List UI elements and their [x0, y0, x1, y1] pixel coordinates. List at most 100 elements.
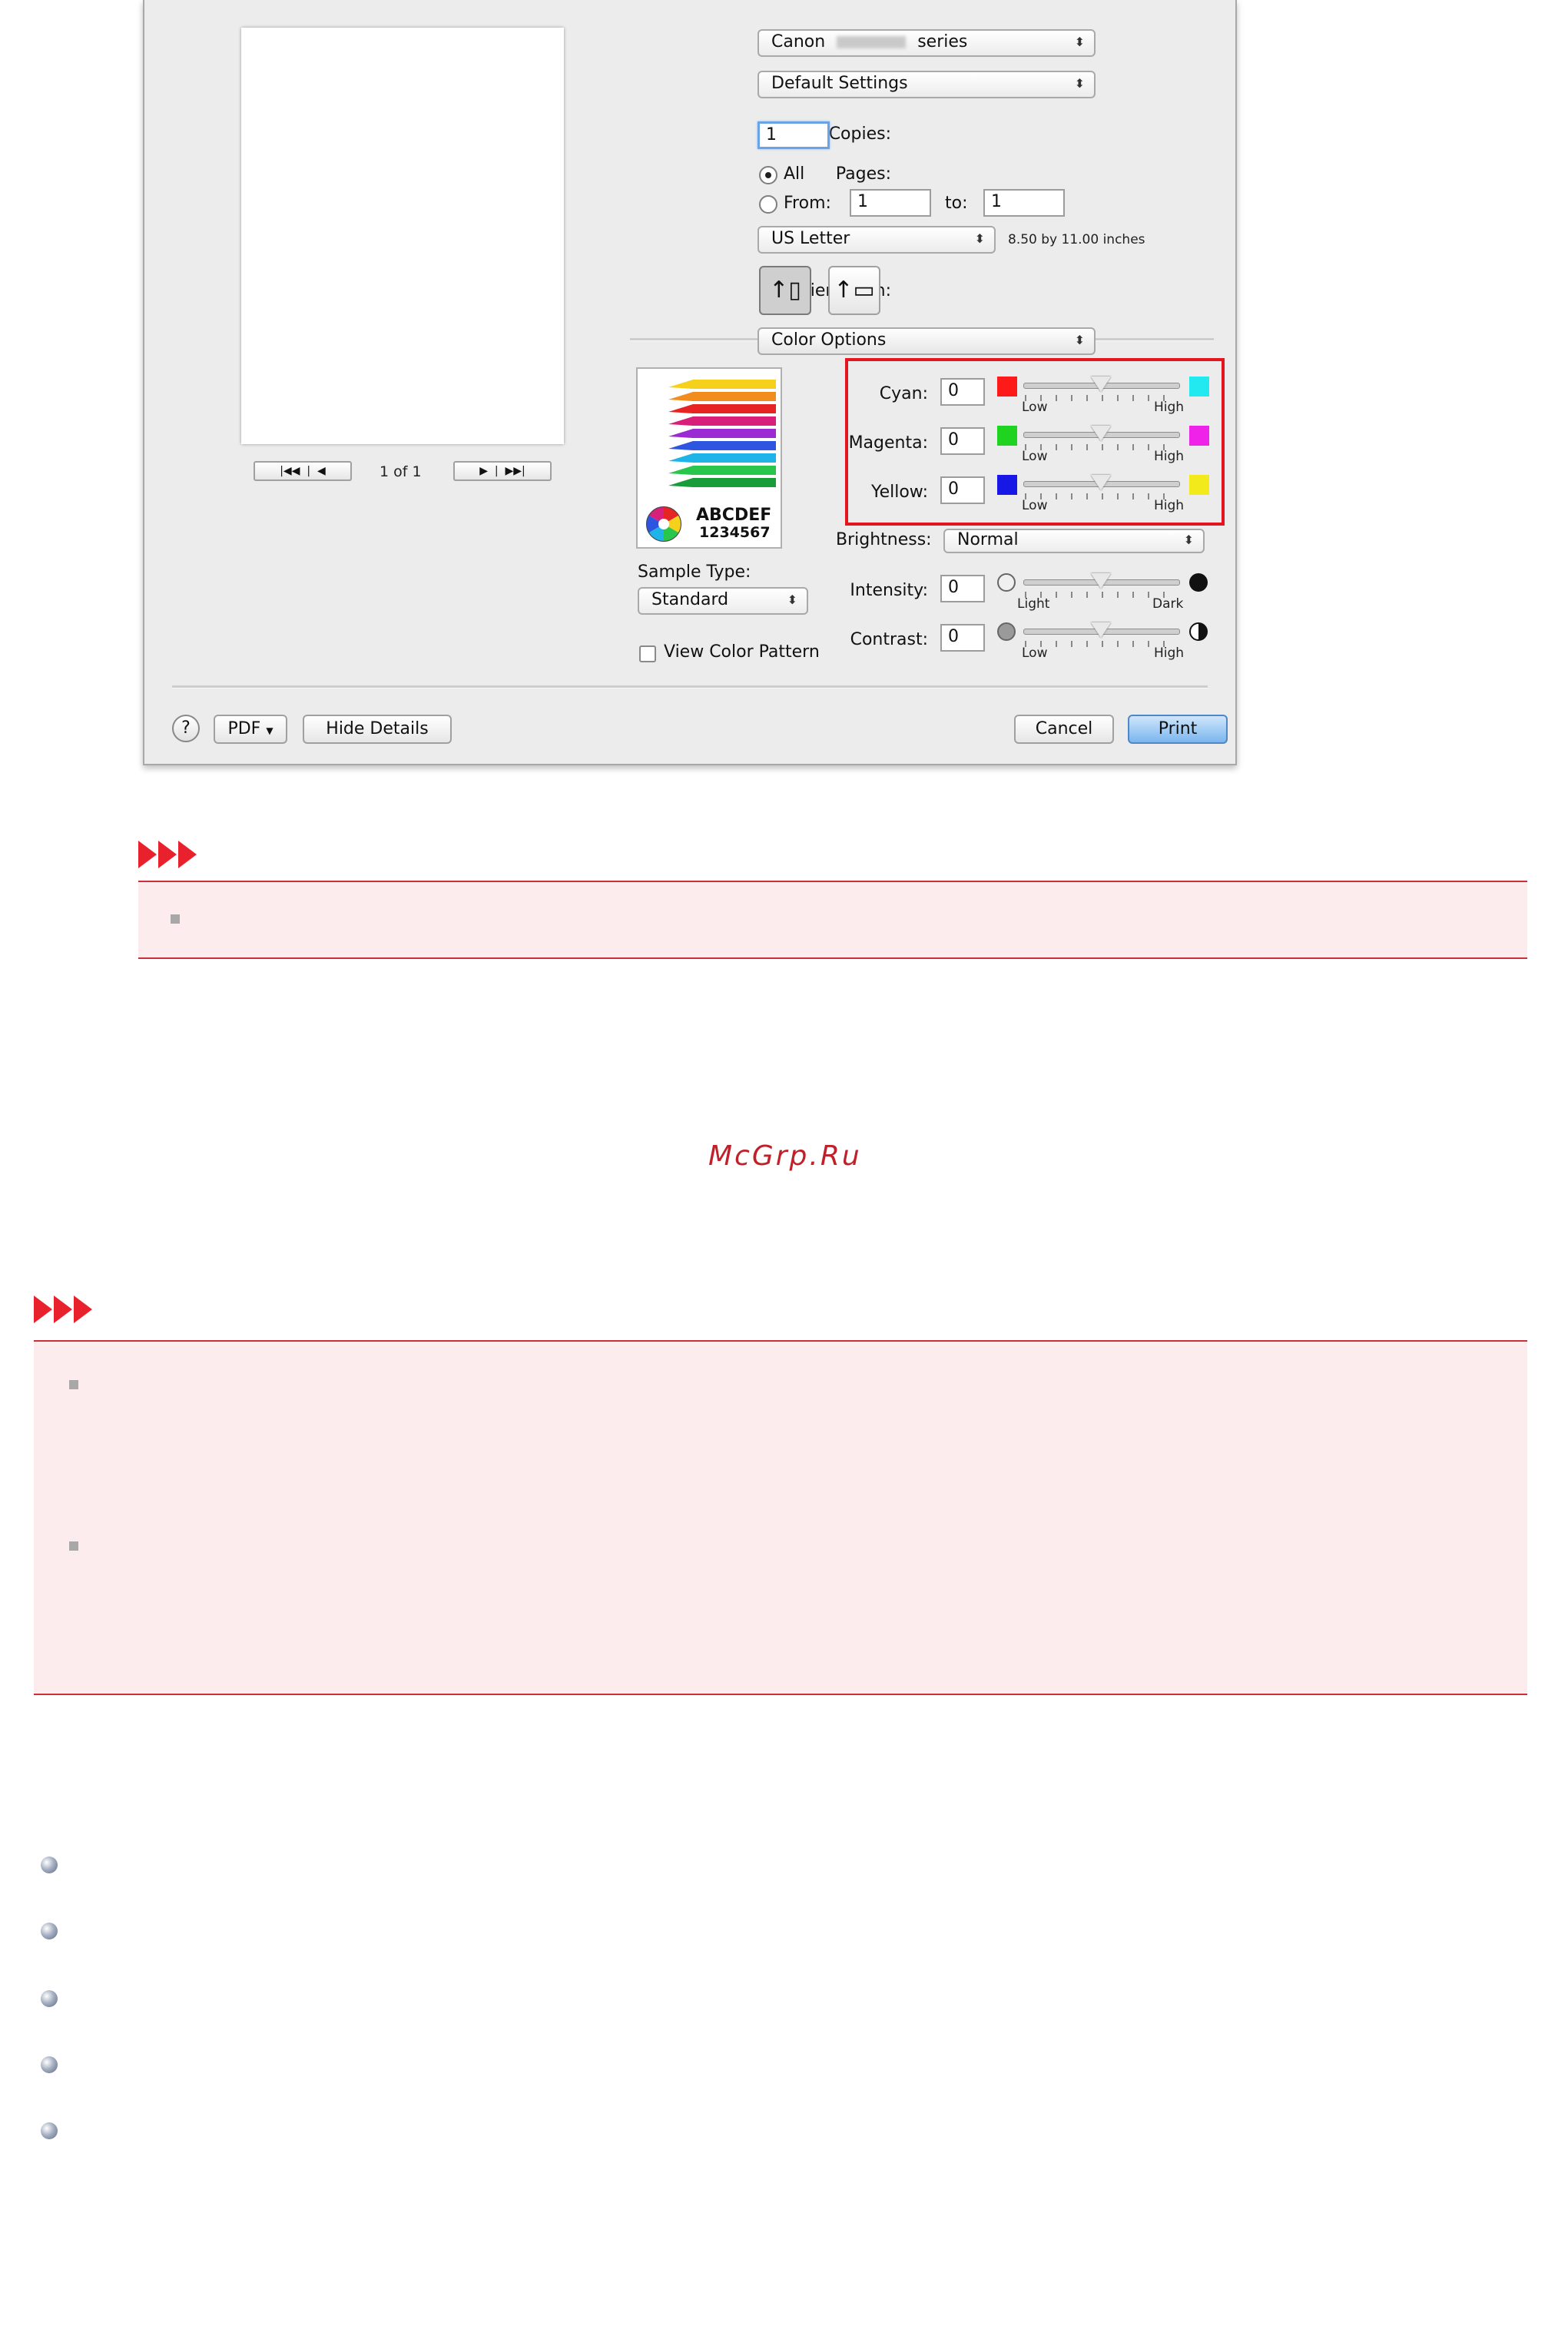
paper-size-value: US Letter: [771, 229, 850, 248]
cyan-label: Cyan:: [879, 384, 928, 403]
brightness-value: Normal: [957, 530, 1019, 549]
yellow-label: Yellow:: [871, 483, 928, 502]
pages-to-label: to:: [945, 194, 968, 213]
cyan-slider-thumb[interactable]: [1091, 377, 1111, 392]
intensity-label: Intensity:: [850, 581, 928, 600]
chevron-icon: [74, 1296, 92, 1323]
important-note-box: [138, 881, 1527, 959]
panel-select[interactable]: Color Options ⬍: [757, 327, 1096, 355]
pages-from-radio[interactable]: [759, 195, 777, 214]
page-indicator: 1 of 1: [380, 463, 422, 480]
color-sample-image: ABCDEF 1234567: [636, 367, 782, 549]
preview-next-last-buttons[interactable]: ▶ | ▶▶|: [453, 461, 552, 481]
magenta-right-swatch: [1189, 426, 1209, 446]
link-bullet-icon: [41, 1856, 58, 1873]
help-button[interactable]: ?: [172, 715, 200, 742]
sample-type-label: Sample Type:: [638, 562, 751, 582]
print-button[interactable]: Print: [1128, 715, 1228, 744]
cyan-left-swatch: [997, 377, 1017, 397]
sample-type-value: Standard: [651, 590, 729, 609]
link-bullet-icon: [41, 2122, 58, 2139]
sample-type-select[interactable]: Standard ⬍: [638, 587, 808, 615]
contrast-high-label: High: [1154, 645, 1185, 661]
magenta-label: Magenta:: [848, 433, 928, 453]
footer-separator: [172, 685, 1208, 689]
pages-all-label: All: [784, 164, 805, 184]
yellow-high-label: High: [1154, 498, 1185, 513]
bullet-square: [171, 914, 180, 924]
magenta-field[interactable]: 0: [940, 427, 985, 455]
high-contrast-icon: [1189, 622, 1208, 641]
orientation-landscape-button[interactable]: ↑▭: [828, 266, 880, 315]
printer-model-blurred: [837, 36, 907, 48]
updown-icon: ⬍: [1183, 533, 1194, 547]
brightness-select[interactable]: Normal ⬍: [943, 529, 1205, 553]
brightness-label: Brightness:: [836, 530, 932, 549]
intensity-slider-thumb[interactable]: [1091, 573, 1111, 589]
paper-dimensions: 8.50 by 11.00 inches: [1008, 232, 1145, 247]
orientation-portrait-button[interactable]: ↑▯: [759, 266, 811, 315]
important-icon: [34, 1296, 118, 1323]
printer-select[interactable]: Canon series ⬍: [757, 29, 1096, 57]
dropdown-arrow-icon: ▼: [266, 725, 273, 736]
intensity-low-label: Light: [1017, 596, 1050, 612]
cyan-right-swatch: [1189, 377, 1209, 397]
cyan-high-label: High: [1154, 400, 1185, 415]
sample-text-letters: ABCDEF: [696, 506, 772, 525]
magenta-left-swatch: [997, 426, 1017, 446]
pages-all-radio[interactable]: [759, 166, 777, 184]
help-icon: ?: [181, 718, 191, 738]
pages-from-field[interactable]: 1: [850, 189, 931, 217]
contrast-field[interactable]: 0: [940, 624, 985, 652]
print-dialog: |◀◀ | ◀ 1 of 1 ▶ | ▶▶| Printer: Canon se…: [143, 0, 1237, 765]
presets-select[interactable]: Default Settings ⬍: [757, 71, 1096, 98]
dark-circle-icon: [1189, 573, 1208, 592]
link-bullet-icon: [41, 1923, 58, 1939]
paper-size-select[interactable]: US Letter ⬍: [757, 226, 996, 254]
printer-series: series: [917, 32, 968, 51]
low-contrast-icon: [997, 622, 1016, 641]
magenta-high-label: High: [1154, 449, 1185, 464]
chevron-icon: [158, 841, 177, 868]
chevron-icon: [178, 841, 197, 868]
chevron-icon: [34, 1296, 52, 1323]
link-bullet-icon: [41, 2056, 58, 2073]
preview-first-prev-buttons[interactable]: |◀◀ | ◀: [254, 461, 352, 481]
pdf-label: PDF: [227, 719, 261, 738]
intensity-field[interactable]: 0: [940, 575, 985, 602]
landscape-icon: ↑▭: [834, 277, 875, 304]
cancel-button[interactable]: Cancel: [1014, 715, 1114, 744]
light-circle-icon: [997, 573, 1016, 592]
cyan-field[interactable]: 0: [940, 378, 985, 406]
chevron-icon: [138, 841, 157, 868]
yellow-field[interactable]: 0: [940, 476, 985, 504]
pages-to-field[interactable]: 1: [983, 189, 1065, 217]
view-color-pattern-checkbox[interactable]: [639, 645, 656, 662]
view-color-pattern-label: View Color Pattern: [664, 642, 820, 662]
yellow-right-swatch: [1189, 475, 1209, 495]
updown-icon: ⬍: [1074, 35, 1085, 49]
contrast-low-label: Low: [1022, 645, 1048, 661]
magenta-slider-thumb[interactable]: [1091, 426, 1111, 441]
intensity-high-label: Dark: [1152, 596, 1184, 612]
hide-details-button[interactable]: Hide Details: [303, 715, 452, 744]
updown-icon: ⬍: [1074, 76, 1085, 91]
chevron-icon: [54, 1296, 72, 1323]
pdf-button[interactable]: PDF ▼: [214, 715, 287, 744]
yellow-slider-thumb[interactable]: [1091, 475, 1111, 490]
contrast-slider-thumb[interactable]: [1091, 622, 1111, 638]
presets-value: Default Settings: [771, 74, 908, 93]
printer-name: Canon: [771, 32, 826, 51]
sample-text-numbers: 1234567: [699, 524, 771, 541]
magenta-low-label: Low: [1022, 449, 1048, 464]
copies-field[interactable]: 1: [757, 121, 830, 149]
panel-select-value: Color Options: [771, 330, 887, 350]
updown-icon: ⬍: [974, 231, 985, 246]
important-icon: [138, 841, 223, 868]
yellow-low-label: Low: [1022, 498, 1048, 513]
contrast-label: Contrast:: [850, 630, 928, 649]
link-bullet-icon: [41, 1990, 58, 2007]
yellow-left-swatch: [997, 475, 1017, 495]
pages-from-label: From:: [784, 194, 831, 213]
portrait-icon: ↑▯: [769, 277, 801, 304]
